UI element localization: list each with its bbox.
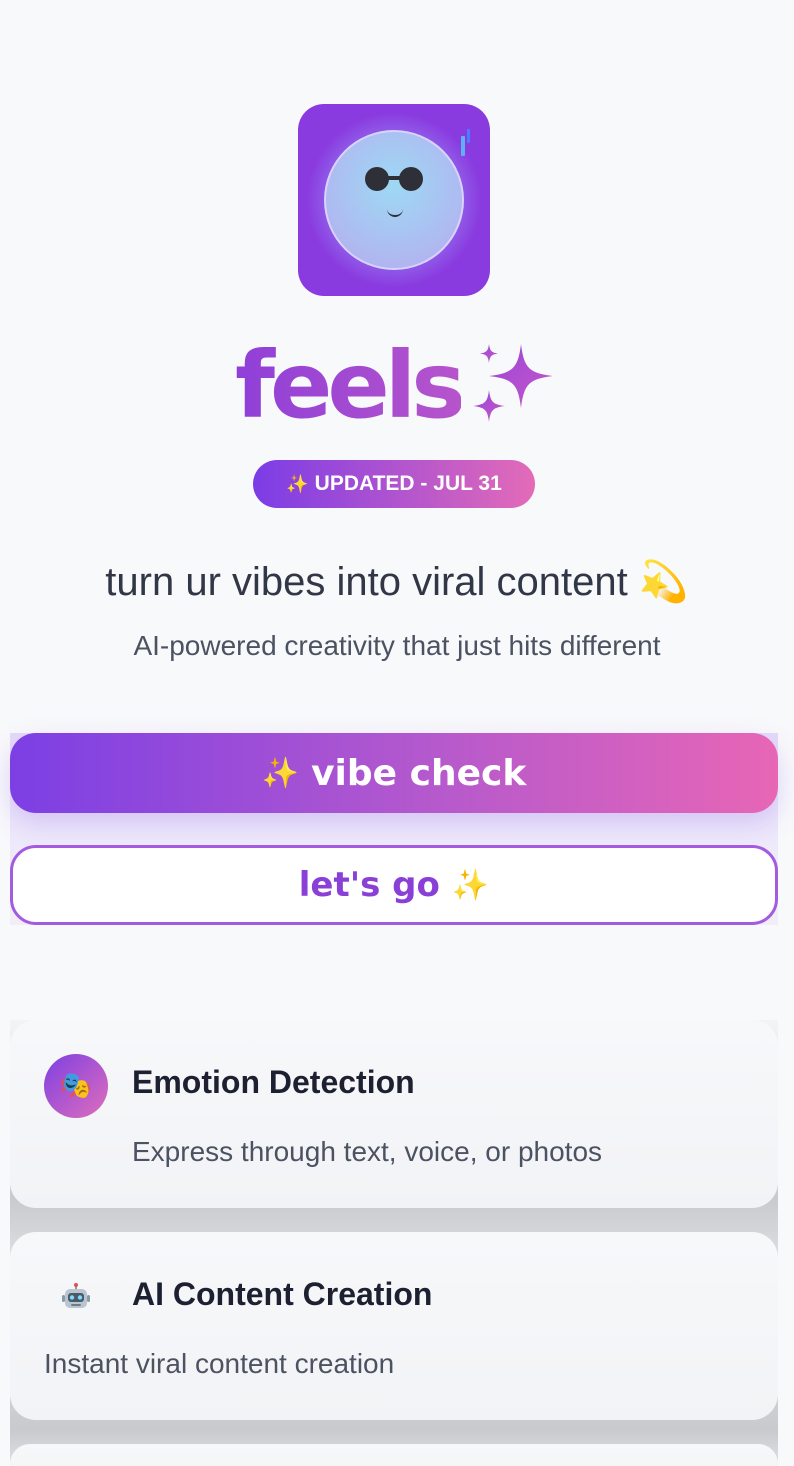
- feature-title: AI Content Creation: [132, 1276, 433, 1312]
- cta-area: ✨ vibe check let's go ✨: [10, 733, 778, 925]
- vibe-check-label: vibe check: [311, 752, 527, 794]
- sparkles-icon: ✨: [286, 473, 309, 494]
- sparkles-icon: ✨: [261, 755, 300, 791]
- feature-description: Express through text, voice, or photos: [132, 1136, 603, 1167]
- performing-arts-icon: 🎭: [44, 1054, 108, 1118]
- headline-text: turn ur vibes into viral content: [105, 560, 628, 604]
- sparkles-icon: ✨: [451, 867, 490, 903]
- logo-text: feels: [234, 332, 466, 439]
- sparkles-icon: [473, 344, 554, 422]
- app-icon: [298, 104, 490, 296]
- page-subheadline: AI-powered creativity that just hits dif…: [133, 630, 661, 661]
- vibe-check-button[interactable]: ✨ vibe check: [10, 733, 778, 813]
- feature-card-ai-content-creation[interactable]: AI Content Creation Instant viral conten…: [10, 1232, 778, 1420]
- feature-card-emotion-detection[interactable]: 🎭 Emotion Detection Express through text…: [10, 1020, 778, 1208]
- app-logo: feels: [0, 330, 794, 442]
- face-circle: [324, 130, 464, 270]
- dizzy-icon: 💫: [638, 560, 689, 604]
- robot-icon: [44, 1266, 108, 1330]
- lets-go-label: let's go: [298, 865, 440, 905]
- update-badge: ✨ UPDATED - JUL 31: [253, 460, 535, 508]
- feature-title: Emotion Detection: [132, 1064, 415, 1100]
- feature-card-partial: [10, 1444, 778, 1466]
- page-headline: turn ur vibes into viral content 💫: [0, 558, 794, 605]
- feature-description: Instant viral content creation: [44, 1348, 395, 1379]
- landing-page: feels ✨ UPDATED - JUL 31 turn ur vibes i…: [0, 0, 794, 1466]
- lets-go-button[interactable]: let's go ✨: [10, 845, 778, 925]
- badge-label: UPDATED - JUL 31: [314, 472, 502, 495]
